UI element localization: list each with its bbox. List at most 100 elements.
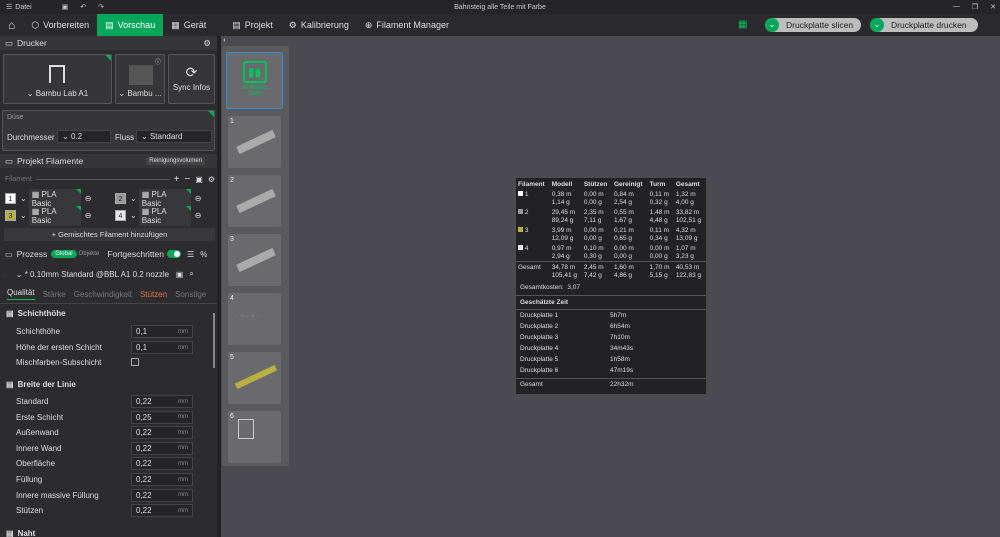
chevron-down-icon: ⌄	[20, 194, 27, 203]
plate-thumbnail[interactable]: 4 · ⁘ · ⁘ ·	[228, 293, 281, 345]
filament-settings-icon[interactable]: ⊖	[195, 194, 202, 203]
device-icon: ▦	[171, 19, 180, 30]
plate-thumbnail[interactable]: 1	[228, 116, 281, 168]
line-width-input[interactable]: 0,22 mm	[131, 426, 193, 440]
save-icon[interactable]: ▣	[176, 270, 184, 279]
sync-icon: ⟳	[185, 64, 198, 80]
filament-swatch	[518, 245, 523, 250]
tab-device[interactable]: ▦ Gerät	[163, 14, 214, 36]
plate-thumbnail[interactable]: 2	[228, 175, 281, 227]
filament-settings-icon[interactable]: ⊖	[85, 211, 92, 220]
printer-name: Bambu Lab A1	[35, 89, 89, 98]
plate-thumbnail[interactable]: 5	[228, 352, 281, 404]
filaments-header: ▭ Projekt Filamente Reinigungsvolumen	[0, 154, 217, 168]
calibration-icon: ⚙	[288, 19, 297, 30]
tab-preview[interactable]: ▤ Vorschau	[97, 14, 164, 36]
collapse-icon[interactable]: ◐	[223, 37, 227, 44]
close-icon[interactable]: ✕	[990, 3, 996, 11]
print-plate-button[interactable]: ⌄ Druckplatte drucken	[870, 18, 978, 32]
process-profile-select[interactable]: ⌄ * 0.10mm Standard @BBL A1 0.2 nozzle	[12, 267, 172, 281]
tab-speed[interactable]: Geschwindigkeit	[74, 290, 132, 299]
filament-item[interactable]: 1 ⌄ ▦ PLA Basic ⊖	[5, 188, 105, 209]
line-width-input[interactable]: 0,22 mm	[131, 441, 193, 455]
percent-icon[interactable]: %	[200, 250, 207, 259]
stats-column-header: Filament	[518, 181, 545, 188]
sync-info-button[interactable]: ⟳ Sync Infos	[168, 54, 215, 104]
seam-icon: ▤	[6, 529, 14, 537]
tab-others[interactable]: Sonstige	[175, 290, 206, 299]
layer-height-section: ▤ Schichthöhe	[6, 309, 66, 318]
tab-calibration[interactable]: ⚙ Kalibrierung	[281, 14, 357, 36]
stats-cell: 0,00 m 0,00 g	[583, 227, 604, 242]
sync-filament-icon[interactable]: ▣	[195, 175, 203, 184]
line-width-input[interactable]: 0,22 mm	[131, 488, 193, 502]
add-icon[interactable]: +	[174, 174, 180, 185]
stats-row: 1 0,38 m 1,14 g 0,00 m 0,00 g 0,84 m 2,54 g…	[516, 189, 706, 207]
plate-thumbnail[interactable]: 3	[228, 234, 281, 286]
global-toggle[interactable]: Global	[51, 250, 77, 258]
stats-row: 4 0,97 m 2,94 g 0,10 m 0,30 g 0,00 m 0,00 g…	[516, 243, 706, 262]
stats-column-header: Gesamt	[675, 181, 700, 188]
tab-strength[interactable]: Stärke	[43, 290, 66, 299]
filament-color-icon: ▦	[141, 206, 150, 216]
advanced-toggle[interactable]	[167, 250, 182, 258]
selected-marker	[105, 55, 111, 61]
stats-cell: 0,00 m 0,00 g	[583, 191, 604, 206]
line-width-label: Standard	[16, 397, 49, 406]
stats-row: 2 29,45 m 89,24 g 2,35 m 7,11 g 0,55 m 1,67…	[516, 207, 706, 225]
filament-settings-icon[interactable]: ⊖	[85, 194, 92, 203]
scrollbar[interactable]	[213, 313, 215, 368]
stats-cell: 33,82 m 102,51 g	[675, 209, 702, 224]
line-width-input[interactable]: 0,22 mm	[131, 395, 193, 408]
seam-section: ▤ Naht	[6, 529, 36, 537]
tab-project[interactable]: ▤ Projekt	[224, 14, 281, 36]
divider	[516, 378, 706, 379]
gear-icon[interactable]: ⚙	[203, 38, 211, 49]
tab-filament-manager[interactable]: ⊕ Filament Manager	[357, 14, 457, 36]
tab-support[interactable]: Stützen	[140, 290, 167, 299]
stats-cell: 29,45 m 89,24 g	[551, 209, 576, 224]
filament-item[interactable]: 2 ⌄ ▦ PLA Basic ⊖	[115, 188, 215, 209]
line-width-input[interactable]: 0,22 mm	[131, 457, 193, 471]
chevron-down-icon: ⌄	[26, 89, 34, 98]
objects-toggle[interactable]: Objekte	[79, 251, 100, 257]
flow-select[interactable]: ⌄ Standard	[136, 130, 212, 143]
remove-icon[interactable]: −	[184, 174, 190, 185]
printer-card[interactable]: ⌄ Bambu Lab A1	[3, 54, 112, 104]
first-layer-height-input[interactable]: 0,1 mm	[131, 341, 193, 354]
tab-quality[interactable]: Qualität	[7, 288, 35, 300]
tab-prepare[interactable]: ⬡ Vorbereiten	[23, 14, 97, 36]
line-width-input[interactable]: 0,22 mm	[131, 504, 193, 518]
filament-item[interactable]: 3 ⌄ ▦ PLA Basic ⊖	[5, 205, 105, 226]
layer-height-input[interactable]: 0,1 mm	[131, 325, 193, 338]
line-width-input[interactable]: 0,25 mm	[131, 410, 193, 424]
line-width-label: Stützen	[16, 506, 44, 516]
gear-icon[interactable]: ⚙	[208, 175, 215, 184]
all-plates-stats-button[interactable]: ▮▮ All Plates Stats	[226, 52, 283, 109]
stats-cell: 0,10 m 0,30 g	[583, 245, 604, 260]
stats-cell: 40,53 m 122,83 g	[675, 264, 702, 279]
line-width-label: Außenwand	[16, 428, 59, 438]
line-width-icon: ▤	[6, 380, 14, 389]
restore-icon[interactable]: ❐	[972, 3, 978, 11]
filament-item[interactable]: 4 ⌄ ▦ PLA Basic ⊖	[115, 205, 215, 226]
layout-icon[interactable]: ▦	[738, 19, 747, 30]
filament-settings-icon[interactable]: ⊖	[195, 211, 202, 220]
title-bar: ☰ Datei ▣ ↶ ↷ Bahnsteig alle Teile mit F…	[0, 0, 1000, 14]
search-icon[interactable]: ⌕	[189, 269, 193, 279]
home-icon[interactable]: ⌂	[0, 18, 23, 32]
info-icon[interactable]: ⓘ	[155, 57, 161, 66]
minimize-icon[interactable]: —	[953, 3, 960, 11]
nozzle-diameter-select[interactable]: ⌄ 0.2	[57, 130, 111, 143]
slice-plate-button[interactable]: ⌄ Druckplatte slicen	[765, 18, 861, 32]
plate-thumbnail[interactable]: 6	[228, 411, 281, 463]
plate-card[interactable]: ⓘ ⌄ Bambu ...	[115, 54, 165, 104]
add-mixed-filament-button[interactable]: + Gemischtes Filament hinzufügen	[4, 228, 215, 241]
chevron-down-icon: ⌄	[62, 132, 69, 141]
purge-volume-button[interactable]: Reinigungsvolumen	[146, 157, 205, 165]
list-icon[interactable]: ☰	[187, 250, 194, 259]
line-width-input[interactable]: 0,22 mm	[131, 473, 193, 486]
stats-column-header: Stützen	[583, 181, 608, 188]
mix-sublayer-checkbox[interactable]	[131, 358, 139, 366]
window-title: Bahnsteig alle Teile mit Farbe	[454, 3, 546, 11]
